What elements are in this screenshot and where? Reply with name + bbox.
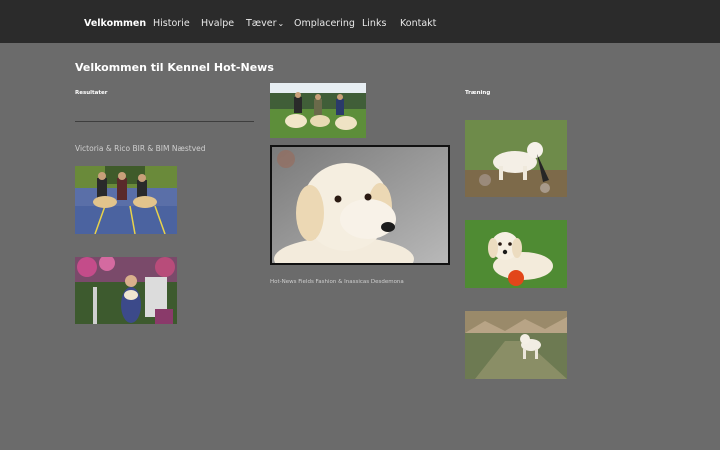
nav-item-velkommen[interactable]: Velkommen <box>84 0 146 43</box>
nav-item-omplacering[interactable]: Omplacering <box>294 0 355 43</box>
garden-puppy-photo[interactable] <box>75 257 177 324</box>
page-title: Velkommen til Kennel Hot-News <box>75 61 274 74</box>
results-heading: Resultater <box>75 90 108 96</box>
nav-item-taever[interactable]: Tæver⌄ <box>246 0 284 43</box>
top-navigation: Velkommen Historie Hvalpe Tæver⌄ Omplace… <box>0 0 720 43</box>
nav-item-kontakt[interactable]: Kontakt <box>400 0 436 43</box>
outdoor-group-photo[interactable] <box>270 83 366 138</box>
training-heading: Træning <box>465 90 491 96</box>
chevron-down-icon: ⌄ <box>277 19 285 28</box>
nav-item-taever-label: Tæver <box>246 18 277 29</box>
dog-with-ball-photo[interactable] <box>465 220 567 288</box>
results-caption: Victoria & Rico BIR & BIM Næstved <box>75 144 206 153</box>
nav-item-historie[interactable]: Historie <box>153 0 190 43</box>
retrieving-dog-photo[interactable] <box>465 120 567 197</box>
nav-item-hvalpe[interactable]: Hvalpe <box>201 0 234 43</box>
running-dog-photo[interactable] <box>465 311 567 379</box>
puppy-portrait-photo[interactable] <box>270 145 450 265</box>
nav-item-links[interactable]: Links <box>362 0 386 43</box>
dog-show-photo[interactable] <box>75 166 177 234</box>
divider <box>75 121 254 122</box>
puppy-portrait-caption: Hot-News Fields Fashion & Inassicas Desd… <box>270 279 404 285</box>
